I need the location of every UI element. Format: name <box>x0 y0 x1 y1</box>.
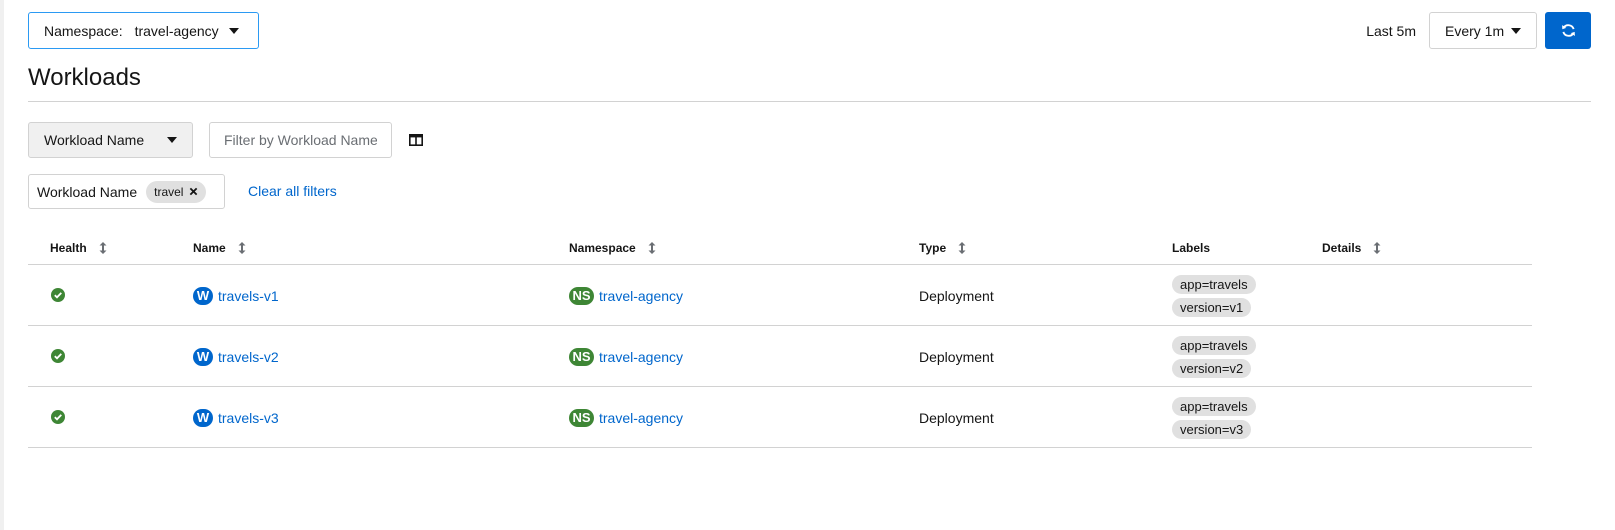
clear-all-filters-link[interactable]: Clear all filters <box>248 183 337 199</box>
type-cell: Deployment <box>919 287 994 304</box>
check-circle-icon <box>51 410 65 424</box>
health-cell <box>51 288 65 302</box>
type-cell: Deployment <box>919 348 994 365</box>
label-chip: app=travels <box>1172 396 1256 416</box>
table-row: W travels-v1 NS travel-agency Deployment… <box>28 265 1532 326</box>
label-chip: version=v3 <box>1172 419 1252 439</box>
page-title: Workloads <box>28 64 141 91</box>
namespace-cell: NS travel-agency <box>569 265 683 326</box>
table-row: W travels-v3 NS travel-agency Deployment… <box>28 387 1532 448</box>
sort-icon[interactable] <box>648 242 656 254</box>
sync-icon <box>1561 24 1575 37</box>
type-cell: Deployment <box>919 409 994 426</box>
namespace-link[interactable]: travel-agency <box>599 410 683 426</box>
health-cell <box>51 410 65 424</box>
column-header-health[interactable]: Health <box>50 241 107 255</box>
workload-link[interactable]: travels-v3 <box>218 410 279 426</box>
sort-icon[interactable] <box>99 242 107 254</box>
labels-cell: app=travels version=v2 <box>1172 326 1256 387</box>
workload-badge: W <box>193 347 213 366</box>
title-divider <box>28 101 1591 102</box>
filter-toolbar: Workload Name <box>28 122 424 158</box>
caret-down-icon <box>1511 27 1521 34</box>
time-range-label: Last 5m <box>1366 22 1416 39</box>
active-filter-group: Workload Name travel <box>28 174 225 209</box>
workload-badge: W <box>193 408 213 427</box>
refresh-interval-value: Every 1m <box>1445 22 1505 39</box>
table-row: W travels-v2 NS travel-agency Deployment… <box>28 326 1532 387</box>
name-cell: W travels-v3 <box>193 387 279 448</box>
column-header-name[interactable]: Name <box>193 241 246 255</box>
manage-columns-icon[interactable] <box>408 132 424 148</box>
filter-type-value: Workload Name <box>44 132 145 148</box>
workload-link[interactable]: travels-v1 <box>218 288 279 304</box>
health-cell <box>51 349 65 363</box>
column-header-labels: Labels <box>1172 241 1210 255</box>
column-header-label: Labels <box>1172 241 1211 255</box>
namespace-selector-value: travel-agency <box>134 22 219 39</box>
filter-category-label: Workload Name <box>37 183 138 200</box>
column-header-type[interactable]: Type <box>919 241 966 255</box>
sort-icon[interactable] <box>1373 242 1381 254</box>
label-chip: app=travels <box>1172 274 1256 294</box>
filter-chip: travel <box>146 180 207 203</box>
column-header-label: Namespace <box>569 241 636 255</box>
column-header-label: Type <box>919 241 947 255</box>
namespace-badge: NS <box>569 347 594 366</box>
table-header: Health Name Namespace Type Labels Detail… <box>28 231 1532 265</box>
column-header-namespace[interactable]: Namespace <box>569 241 656 255</box>
sort-icon[interactable] <box>958 242 966 254</box>
labels-cell: app=travels version=v1 <box>1172 265 1256 326</box>
namespace-selector[interactable]: Namespace: travel-agency <box>28 12 259 49</box>
column-header-label: Details <box>1322 241 1362 255</box>
label-chip: version=v1 <box>1172 297 1252 317</box>
column-header-label: Health <box>50 241 87 255</box>
label-chip: app=travels <box>1172 335 1256 355</box>
namespace-badge: NS <box>569 286 594 305</box>
caret-down-icon <box>228 27 239 34</box>
column-header-details[interactable]: Details <box>1322 241 1381 255</box>
workloads-page: Namespace: travel-agency Last 5m Every 1… <box>4 0 1615 530</box>
refresh-controls: Last 5m Every 1m <box>1366 12 1591 49</box>
column-header-label: Name <box>193 241 226 255</box>
namespace-link[interactable]: travel-agency <box>599 288 683 304</box>
top-toolbar: Namespace: travel-agency Last 5m Every 1… <box>28 12 1591 49</box>
sort-icon[interactable] <box>238 242 246 254</box>
namespace-cell: NS travel-agency <box>569 326 683 387</box>
close-icon[interactable] <box>189 187 198 196</box>
name-cell: W travels-v1 <box>193 265 279 326</box>
labels-cell: app=travels version=v3 <box>1172 387 1256 448</box>
caret-down-icon <box>167 137 177 143</box>
filter-type-select[interactable]: Workload Name <box>28 122 193 158</box>
namespace-cell: NS travel-agency <box>569 387 683 448</box>
workload-link[interactable]: travels-v2 <box>218 349 279 365</box>
workloads-table: Health Name Namespace Type Labels Detail… <box>28 231 1532 448</box>
check-circle-icon <box>51 288 65 302</box>
filter-chip-text: travel <box>154 184 184 199</box>
namespace-link[interactable]: travel-agency <box>599 349 683 365</box>
label-chip: version=v2 <box>1172 358 1252 378</box>
refresh-interval-select[interactable]: Every 1m <box>1429 12 1537 49</box>
namespace-badge: NS <box>569 408 594 427</box>
filter-input[interactable] <box>209 122 392 158</box>
refresh-button[interactable] <box>1545 12 1591 49</box>
workload-badge: W <box>193 286 213 305</box>
namespace-selector-prefix: Namespace: <box>44 22 123 39</box>
check-circle-icon <box>51 349 65 363</box>
name-cell: W travels-v2 <box>193 326 279 387</box>
